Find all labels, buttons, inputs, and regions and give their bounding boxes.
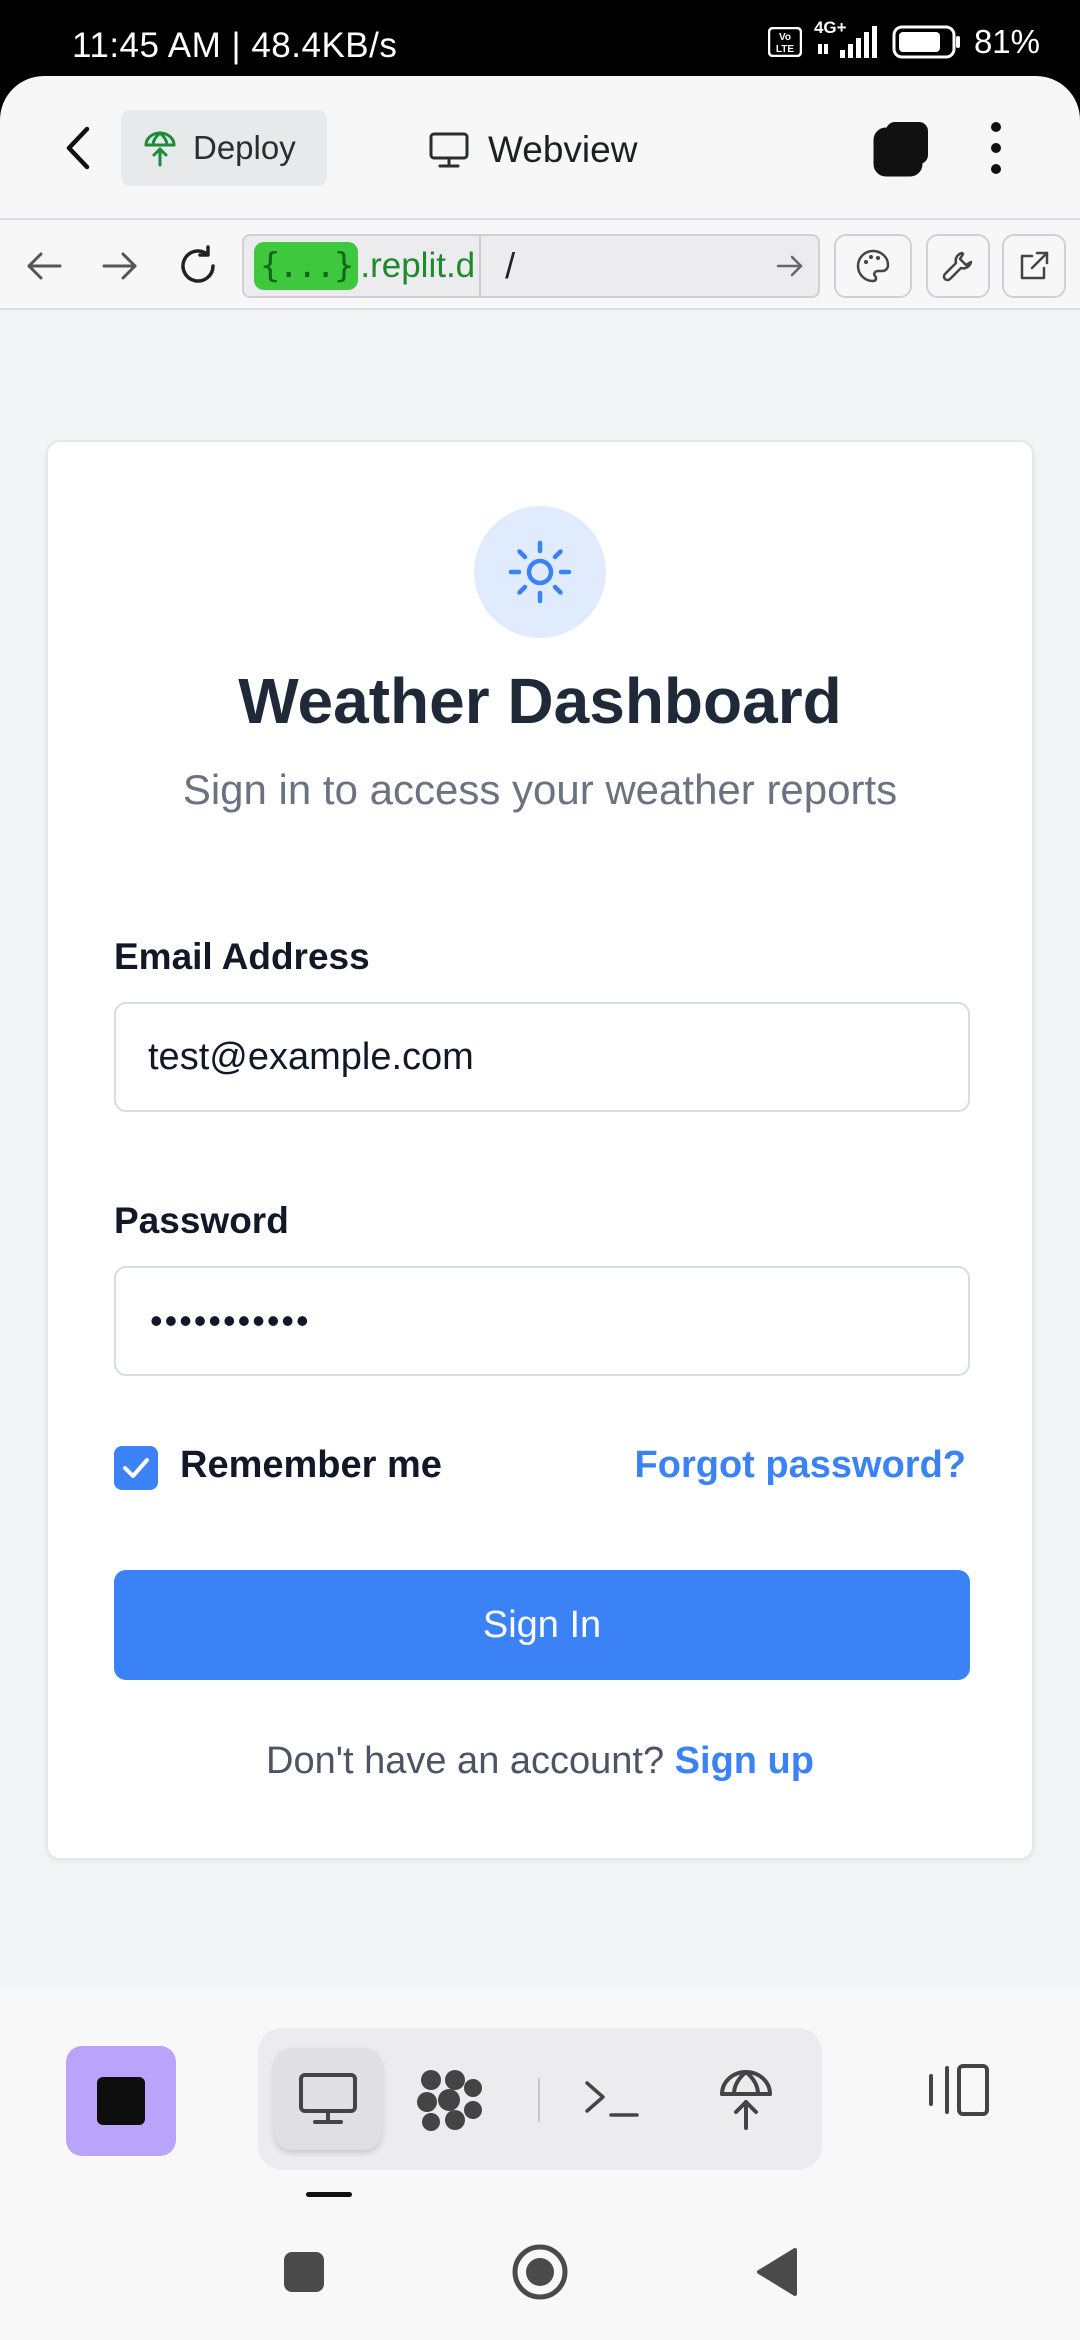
webview-tab[interactable]: Webview bbox=[428, 120, 637, 180]
stop-icon bbox=[97, 2077, 145, 2125]
deploy-pane-button[interactable] bbox=[692, 2048, 800, 2150]
url-field[interactable]: {...} .replit.d / bbox=[242, 234, 820, 298]
theme-button[interactable] bbox=[834, 234, 912, 298]
back-button[interactable] bbox=[50, 120, 106, 176]
sun-icon bbox=[508, 540, 572, 604]
signup-prompt: Don't have an account? bbox=[266, 1740, 665, 1782]
forgot-password-link[interactable]: Forgot password? bbox=[635, 1444, 966, 1487]
webview-pane-button[interactable] bbox=[274, 2048, 382, 2150]
deploy-label: Deploy bbox=[193, 129, 296, 166]
app-bar: Deploy Webview bbox=[0, 76, 1080, 218]
url-bar: {...} .replit.d / bbox=[0, 218, 1080, 310]
palette-icon bbox=[856, 249, 890, 283]
recents-icon bbox=[284, 2252, 324, 2292]
nav-back-icon bbox=[27, 252, 62, 280]
logo-badge bbox=[474, 506, 606, 638]
pane-divider bbox=[538, 2078, 540, 2122]
remember-checkbox[interactable] bbox=[114, 1446, 158, 1490]
battery-percent: 81% bbox=[973, 23, 1040, 60]
devtools-button[interactable] bbox=[926, 234, 990, 298]
status-icons: Vo LTE 4G+ 81% bbox=[767, 18, 1040, 62]
layout-icon bbox=[929, 2064, 989, 2116]
signup-link[interactable]: Sign up bbox=[675, 1740, 814, 1782]
nav-forward-button[interactable] bbox=[96, 242, 144, 290]
tabs-icon bbox=[873, 122, 928, 177]
stop-button[interactable] bbox=[66, 2046, 176, 2156]
home-icon bbox=[512, 2244, 568, 2300]
signal-icon: 4G+ bbox=[814, 18, 880, 62]
svg-text:LTE: LTE bbox=[776, 44, 794, 55]
deploy-icon bbox=[144, 131, 176, 167]
external-link-icon bbox=[1020, 251, 1049, 280]
url-path[interactable]: / bbox=[481, 245, 762, 287]
more-button[interactable] bbox=[976, 116, 1016, 180]
go-button[interactable] bbox=[762, 254, 818, 278]
svg-text:Vo: Vo bbox=[779, 32, 791, 43]
back-icon bbox=[66, 126, 90, 170]
login-card: Weather Dashboard Sign in to access your… bbox=[46, 440, 1034, 1860]
bottom-toolbar bbox=[0, 1990, 1080, 2200]
go-icon bbox=[776, 255, 803, 277]
password-label: Password bbox=[114, 1200, 289, 1241]
system-back-button[interactable] bbox=[740, 2236, 812, 2308]
tabs-button[interactable] bbox=[872, 118, 932, 178]
sign-in-button[interactable]: Sign In bbox=[114, 1570, 970, 1680]
home-button[interactable] bbox=[504, 2236, 576, 2308]
reload-button[interactable] bbox=[174, 242, 222, 290]
monitor-icon bbox=[299, 2073, 357, 2124]
password-field[interactable]: ••••••••••• bbox=[114, 1266, 970, 1376]
console-pane-button[interactable] bbox=[558, 2048, 666, 2150]
email-label: Email Address bbox=[114, 936, 370, 977]
back-icon bbox=[757, 2248, 797, 2296]
system-nav-bar bbox=[0, 2200, 1080, 2340]
url-domain: .replit.d bbox=[360, 246, 476, 285]
active-pane-indicator bbox=[306, 2192, 352, 2197]
agent-icon bbox=[417, 2070, 482, 2131]
reload-icon bbox=[181, 245, 215, 283]
checkmark-icon bbox=[123, 1458, 149, 1478]
terminal-icon bbox=[585, 2081, 639, 2117]
battery-icon bbox=[892, 25, 960, 59]
signup-row: Don't have an account? Sign up bbox=[48, 1740, 1032, 1783]
monitor-icon bbox=[429, 132, 469, 168]
webview-content: Weather Dashboard Sign in to access your… bbox=[0, 310, 1080, 1990]
status-bar: 11:45 AM | 48.4KB/s Vo LTE 4G+ 81% bbox=[0, 0, 1080, 80]
nav-forward-icon bbox=[102, 252, 137, 280]
wrench-icon bbox=[942, 251, 973, 282]
more-icon bbox=[991, 122, 1001, 132]
layout-button[interactable] bbox=[922, 2054, 994, 2126]
page-title: Weather Dashboard bbox=[238, 665, 842, 737]
volte-icon: Vo LTE bbox=[767, 27, 802, 57]
webview-label: Webview bbox=[488, 129, 638, 170]
open-external-button[interactable] bbox=[1002, 234, 1066, 298]
agent-pane-button[interactable] bbox=[396, 2048, 504, 2150]
recents-button[interactable] bbox=[268, 2236, 340, 2308]
page-subtitle: Sign in to access your weather reports bbox=[182, 766, 898, 813]
url-host: {...} .replit.d bbox=[244, 236, 482, 296]
url-badge: {...} bbox=[254, 242, 359, 290]
pane-switcher bbox=[258, 2028, 822, 2170]
status-time: 11:45 AM | 48.4KB/s bbox=[72, 26, 398, 65]
deploy-icon bbox=[720, 2070, 772, 2130]
deploy-button[interactable]: Deploy bbox=[121, 110, 327, 186]
nav-back-button[interactable] bbox=[20, 242, 68, 290]
email-field[interactable] bbox=[114, 1002, 970, 1112]
remember-label[interactable]: Remember me bbox=[180, 1444, 442, 1487]
